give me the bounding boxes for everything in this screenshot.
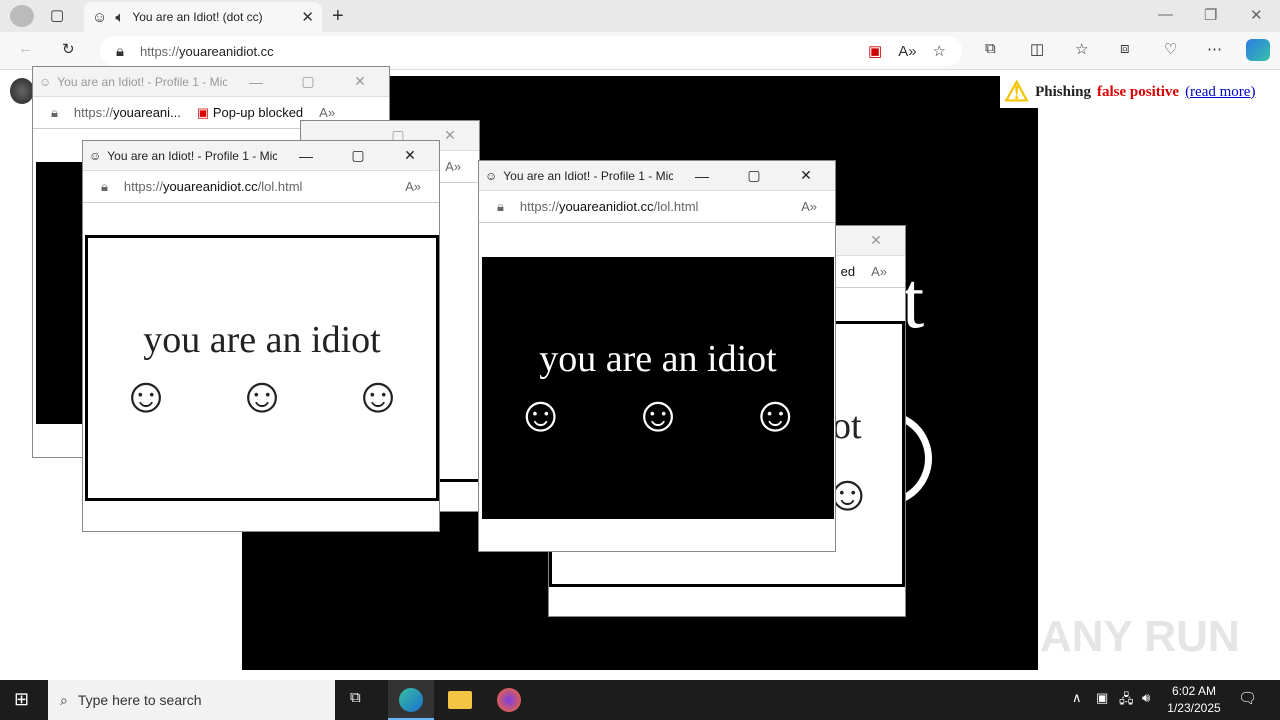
notifications-icon[interactable]: 🗨︎ bbox=[1238, 689, 1257, 707]
url-text: https://youareanidiot.cc/lol.html bbox=[519, 199, 699, 214]
popup-window[interactable]: ☺ You are an Idiot! - Profile 1 - Micro..… bbox=[82, 140, 440, 532]
split-screen-icon[interactable]: ◫ bbox=[1030, 40, 1044, 58]
smiley-favicon-icon: ☺ bbox=[89, 148, 102, 163]
smiley-favicon-icon: ☺ bbox=[39, 74, 52, 89]
read-aloud-icon[interactable]: A» bbox=[445, 159, 461, 174]
search-box[interactable]: ⌕ Type here to search bbox=[48, 680, 335, 720]
url-text: https://youareani... bbox=[73, 105, 181, 120]
new-tab-icon[interactable]: + bbox=[332, 5, 344, 28]
address-bar[interactable]: 🔒︎ https://youareanidiot.cc ▣ A» ☆ bbox=[100, 36, 962, 66]
tab-actions-icon[interactable]: ▢ bbox=[50, 6, 64, 24]
search-placeholder: Type here to search bbox=[77, 692, 202, 708]
read-aloud-icon[interactable]: A» bbox=[871, 264, 887, 279]
popup-content: you are an idiot ☺ ☺ ☺ bbox=[482, 257, 834, 519]
idiot-message: you are an idiot bbox=[539, 338, 777, 380]
speaker-icon[interactable]: 🔈︎ bbox=[115, 9, 124, 26]
smiley-icon: ☺ bbox=[632, 386, 684, 442]
read-more-link[interactable]: (read more) bbox=[1185, 84, 1255, 101]
window-title: You are an Idiot! - Profile 1 - Micro... bbox=[503, 168, 673, 183]
task-view-icon[interactable]: ⧉ bbox=[350, 689, 361, 706]
warning-icon: ⚠ bbox=[1004, 77, 1030, 108]
close-icon[interactable]: ✕ bbox=[337, 73, 383, 90]
maximize-icon[interactable]: ▢ bbox=[335, 147, 381, 164]
favorite-star-icon[interactable]: ☆ bbox=[933, 42, 946, 60]
window-title: You are an Idiot! - Profile 1 - Micro... bbox=[57, 74, 227, 89]
lock-icon: 🔒︎ bbox=[116, 42, 124, 60]
banner-text: Phishing bbox=[1035, 83, 1091, 100]
clock-time: 6:02 AM bbox=[1171, 684, 1217, 698]
lock-icon: 🔒︎ bbox=[101, 178, 108, 194]
read-aloud-icon[interactable]: A» bbox=[319, 105, 335, 120]
smiley-favicon-icon: ☺ bbox=[485, 168, 498, 183]
profile-avatar[interactable] bbox=[10, 5, 34, 27]
speaker-image bbox=[10, 78, 34, 104]
popup-window[interactable]: ☺ You are an Idiot! - Profile 1 - Micro..… bbox=[478, 160, 836, 552]
smiley-icon: ☺ bbox=[120, 367, 172, 423]
edge-icon bbox=[399, 688, 423, 712]
volume-icon[interactable]: 🔊︎ bbox=[1142, 690, 1150, 706]
back-icon[interactable]: ← bbox=[18, 40, 33, 57]
minimize-icon[interactable]: — bbox=[1158, 6, 1173, 23]
read-aloud-icon[interactable]: A» bbox=[405, 179, 421, 194]
meet-now-icon[interactable]: ▣ bbox=[1096, 690, 1108, 706]
url-text: https://youareanidiot.cc bbox=[139, 43, 274, 59]
idiot-message: you are an idiot bbox=[143, 319, 381, 361]
minimize-icon[interactable]: — bbox=[283, 148, 329, 164]
banner-highlight: false positive bbox=[1096, 83, 1180, 100]
close-tab-icon[interactable]: ✕ bbox=[301, 8, 314, 26]
tab-active[interactable]: ☺ 🔈︎ You are an Idiot! (dot cc) ✕ bbox=[84, 2, 322, 32]
phishing-banner: ⚠ Phishing false positive (read more) bbox=[1000, 76, 1270, 108]
popup-blocked-text: ed bbox=[840, 264, 856, 279]
popup-blocked-indicator[interactable]: ▣ Pop-up blocked bbox=[197, 105, 303, 121]
clock[interactable]: 6:02 AM 1/23/2025 bbox=[1165, 683, 1223, 717]
smiley-icon: ☺ bbox=[515, 386, 567, 442]
restore-icon[interactable]: ❐ bbox=[1204, 6, 1217, 24]
idiot-message: ot bbox=[832, 405, 862, 447]
windows-start-icon[interactable]: ⊞ bbox=[14, 689, 29, 710]
smiley-icon: ☺ bbox=[749, 386, 801, 442]
copilot-icon[interactable] bbox=[1246, 39, 1270, 61]
lock-icon: 🔒︎ bbox=[497, 198, 504, 214]
file-explorer-icon[interactable] bbox=[448, 691, 472, 709]
tab-bar: ▢ ☺ 🔈︎ You are an Idiot! (dot cc) ✕ + — … bbox=[0, 0, 1280, 32]
read-aloud-icon[interactable]: A» bbox=[801, 199, 817, 214]
close-window-icon[interactable]: ✕ bbox=[1250, 6, 1263, 24]
popup-content bbox=[36, 162, 86, 424]
search-icon: ⌕ bbox=[60, 691, 68, 708]
popup-content: you are an idiot ☺ ☺ ☺ bbox=[85, 235, 439, 501]
smiley-icon: ☺ bbox=[236, 367, 288, 423]
close-icon[interactable]: ✕ bbox=[387, 147, 433, 164]
read-aloud-icon[interactable]: A» bbox=[898, 43, 916, 60]
firefox-icon[interactable] bbox=[497, 688, 521, 712]
taskbar: ⊞ ⌕ Type here to search ⧉ ∧ ▣ 🖧︎ 🔊︎ 6:02 … bbox=[0, 680, 1280, 720]
tab-title: You are an Idiot! (dot cc) bbox=[132, 10, 263, 24]
minimize-icon[interactable]: — bbox=[233, 74, 279, 90]
close-icon[interactable]: ✕ bbox=[783, 167, 829, 184]
refresh-icon[interactable]: ↻ bbox=[62, 40, 75, 58]
watermark: ANY RUN bbox=[1040, 612, 1240, 661]
favorites-icon[interactable]: ☆ bbox=[1075, 40, 1088, 58]
show-hidden-icons[interactable]: ∧ bbox=[1072, 690, 1082, 706]
smiley-icon: ☺ bbox=[352, 367, 404, 423]
window-title: You are an Idiot! - Profile 1 - Micro... bbox=[107, 148, 277, 163]
lock-icon: 🔒︎ bbox=[51, 104, 58, 120]
close-icon[interactable]: ✕ bbox=[853, 232, 899, 249]
url-text: https://youareanidiot.cc/lol.html bbox=[123, 179, 303, 194]
more-icon[interactable]: ⋯ bbox=[1207, 40, 1222, 58]
network-icon[interactable]: 🖧︎ bbox=[1119, 690, 1134, 712]
popup-blocked-icon[interactable]: ▣ bbox=[868, 42, 882, 60]
performance-icon[interactable]: ♡ bbox=[1164, 40, 1177, 58]
smiley-favicon-icon: ☺ bbox=[92, 8, 108, 26]
collections-icon[interactable]: ⧈ bbox=[1120, 40, 1130, 57]
clock-date: 1/23/2025 bbox=[1167, 701, 1221, 715]
minimize-icon[interactable]: — bbox=[679, 168, 725, 184]
edge-taskbar-button[interactable] bbox=[388, 680, 434, 720]
extensions-icon[interactable]: ⧉ bbox=[985, 40, 996, 57]
maximize-icon[interactable]: ▢ bbox=[285, 73, 331, 90]
maximize-icon[interactable]: ▢ bbox=[731, 167, 777, 184]
